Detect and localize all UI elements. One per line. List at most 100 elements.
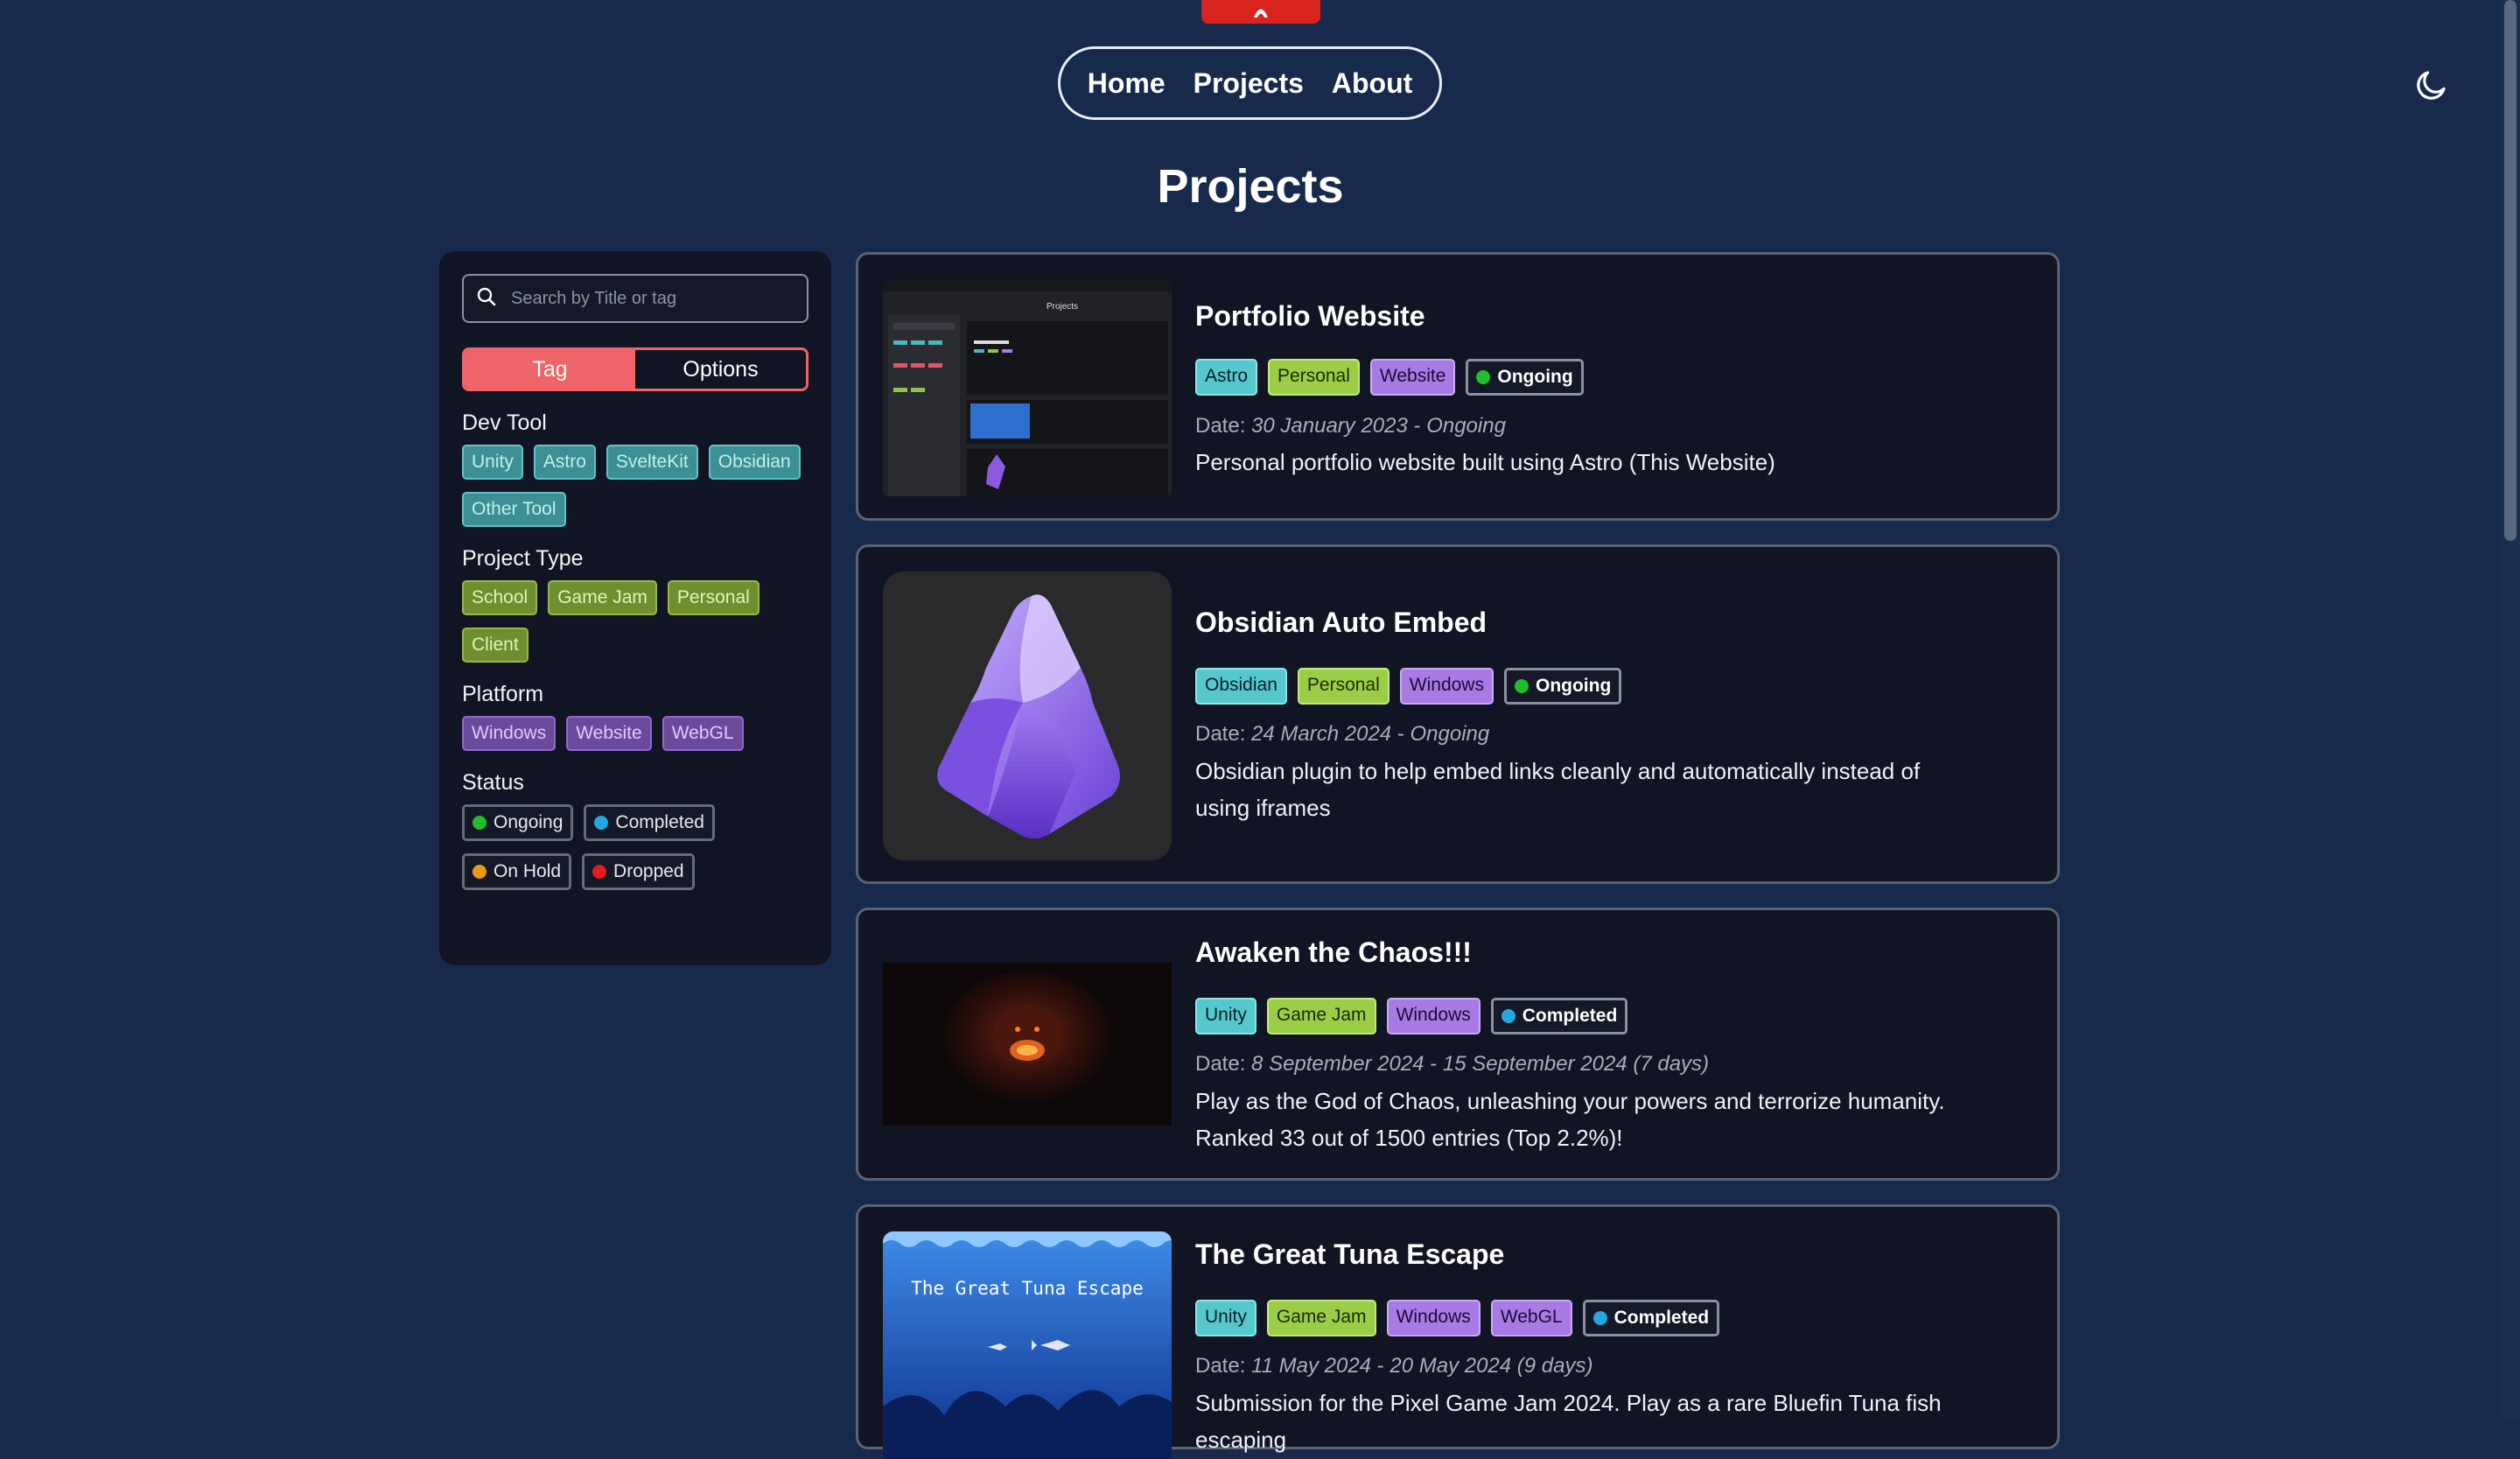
project-tags: Obsidian Personal Windows Ongoing — [1195, 668, 1622, 705]
status-label: Ongoing — [1497, 367, 1573, 387]
project-thumbnail — [883, 963, 1172, 1126]
project-description: Personal portfolio website built using A… — [1195, 449, 1775, 475]
status-dot-icon — [472, 816, 486, 830]
tag-game-jam[interactable]: Game Jam — [1266, 998, 1376, 1035]
status-dot-icon — [1501, 1009, 1516, 1023]
status-label: On Hold — [494, 861, 562, 881]
project-description: Obsidian plugin to help embed links clea… — [1195, 758, 1921, 821]
tag-status-ongoing[interactable]: Ongoing — [1503, 668, 1622, 705]
date-end: 20 May 2024 (9 days) — [1390, 1354, 1593, 1378]
nav-about-link[interactable]: About — [1332, 67, 1412, 100]
status-label: Completed — [1522, 1006, 1618, 1026]
filter-chip-on-hold[interactable]: On Hold — [462, 853, 572, 890]
thumbnail-heading: Projects — [1046, 302, 1078, 312]
main-nav: Home Projects About — [1058, 46, 1442, 120]
project-type-heading: Project Type — [462, 546, 584, 571]
filter-chip-unity[interactable]: Unity — [462, 445, 523, 480]
filter-chip-school[interactable]: School — [462, 580, 538, 615]
project-card[interactable]: Projects Portfolio Website Astro Persona… — [856, 252, 2060, 521]
filter-chip-other-tool[interactable]: Other Tool — [462, 492, 566, 527]
tag-obsidian[interactable]: Obsidian — [1195, 668, 1287, 705]
status-dot-icon — [1514, 679, 1529, 693]
filter-chip-webgl[interactable]: WebGL — [662, 716, 744, 751]
date-end: Ongoing — [1410, 722, 1490, 746]
project-tags: Unity Game Jam Windows WebGL Completed — [1195, 1300, 1720, 1336]
date-end: Ongoing — [1426, 414, 1506, 438]
status-dot-icon — [1592, 1311, 1607, 1325]
project-title[interactable]: Awaken the Chaos!!! — [1195, 936, 1472, 969]
filter-chip-astro[interactable]: Astro — [533, 445, 596, 480]
filter-chip-dropped[interactable]: Dropped — [582, 853, 695, 890]
tag-personal[interactable]: Personal — [1268, 359, 1360, 396]
scrollbar-thumb[interactable] — [2504, 0, 2516, 541]
project-type-filters: School Game Jam Personal Client — [462, 580, 808, 663]
filter-chip-windows[interactable]: Windows — [462, 716, 556, 751]
filter-chip-sveltekit[interactable]: SvelteKit — [606, 445, 698, 480]
project-card[interactable]: Obsidian Auto Embed Obsidian Personal Wi… — [856, 544, 2060, 884]
search-input[interactable] — [509, 287, 807, 310]
tag-status-ongoing[interactable]: Ongoing — [1466, 359, 1584, 396]
filter-chip-game-jam[interactable]: Game Jam — [548, 580, 657, 615]
status-filters: Ongoing Completed On Hold Dropped — [462, 804, 808, 890]
date-start: 30 January 2023 — [1251, 414, 1408, 438]
date-label: Date: — [1195, 414, 1246, 438]
filter-chip-client[interactable]: Client — [462, 628, 528, 663]
tab-tag[interactable]: Tag — [465, 350, 635, 389]
nav-home-link[interactable]: Home — [1088, 67, 1166, 100]
search-icon — [476, 286, 497, 312]
filter-sidebar: Tag Options Dev Tool Unity Astro SvelteK… — [439, 251, 831, 965]
tag-windows[interactable]: Windows — [1399, 668, 1494, 705]
tag-status-completed[interactable]: Completed — [1490, 998, 1628, 1035]
status-heading: Status — [462, 770, 524, 795]
status-label: Ongoing — [494, 812, 564, 832]
platform-filters: Windows Website WebGL — [462, 716, 808, 751]
filter-chip-obsidian[interactable]: Obsidian — [708, 445, 801, 480]
project-date: Date: 24 March 2024 - Ongoing — [1195, 722, 1490, 746]
search-box — [462, 274, 808, 323]
status-dot-icon — [472, 865, 486, 879]
filter-chip-completed[interactable]: Completed — [584, 804, 715, 841]
date-label: Date: — [1195, 722, 1246, 746]
theme-toggle-button[interactable] — [2412, 67, 2452, 107]
status-label: Completed — [1614, 1308, 1710, 1328]
tag-game-jam[interactable]: Game Jam — [1266, 1300, 1376, 1336]
nav-projects-link[interactable]: Projects — [1194, 67, 1304, 100]
platform-heading: Platform — [462, 682, 544, 706]
tag-windows[interactable]: Windows — [1386, 1300, 1480, 1336]
tag-webgl[interactable]: WebGL — [1490, 1300, 1572, 1336]
status-label: Dropped — [613, 861, 684, 881]
tag-astro[interactable]: Astro — [1195, 359, 1258, 396]
date-label: Date: — [1195, 1354, 1246, 1378]
filter-mode-toggle: Tag Options — [462, 347, 808, 391]
tab-options[interactable]: Options — [635, 350, 806, 389]
date-label: Date: — [1195, 1052, 1246, 1076]
project-title[interactable]: The Great Tuna Escape — [1195, 1238, 1504, 1271]
date-end: 15 September 2024 (7 days) — [1442, 1052, 1710, 1076]
tag-personal[interactable]: Personal — [1297, 668, 1390, 705]
tag-status-completed[interactable]: Completed — [1582, 1300, 1720, 1336]
date-start: 8 September 2024 — [1251, 1052, 1424, 1076]
page-scrollbar[interactable] — [2501, 0, 2520, 1418]
game-title-art: The Great Tuna Escape — [911, 1278, 1144, 1299]
dev-tool-heading: Dev Tool — [462, 410, 547, 435]
project-card[interactable]: Awaken the Chaos!!! Unity Game Jam Windo… — [856, 908, 2060, 1181]
tag-unity[interactable]: Unity — [1195, 1300, 1256, 1336]
tag-unity[interactable]: Unity — [1195, 998, 1256, 1035]
status-label: Completed — [615, 812, 704, 832]
filter-chip-website[interactable]: Website — [566, 716, 652, 751]
page-title: Projects — [1157, 160, 1344, 213]
project-title[interactable]: Obsidian Auto Embed — [1195, 607, 1487, 639]
filter-chip-ongoing[interactable]: Ongoing — [462, 804, 574, 841]
tag-website[interactable]: Website — [1369, 359, 1456, 396]
status-label: Ongoing — [1535, 676, 1612, 696]
project-date: Date: 11 May 2024 - 20 May 2024 (9 days) — [1195, 1354, 1593, 1378]
tag-windows[interactable]: Windows — [1386, 998, 1480, 1035]
project-tags: Unity Game Jam Windows Completed — [1195, 998, 1628, 1035]
project-description: Submission for the Pixel Game Jam 2024. … — [1195, 1390, 1942, 1453]
project-title[interactable]: Portfolio Website — [1195, 300, 1425, 333]
home-logo-tab[interactable] — [1201, 0, 1320, 24]
project-card[interactable]: The Great Tuna Escape The Great Tuna Esc… — [856, 1204, 2060, 1459]
project-description: Play as the God of Chaos, unleashing you… — [1195, 1088, 1945, 1151]
status-dot-icon — [1476, 370, 1491, 384]
filter-chip-personal[interactable]: Personal — [667, 580, 760, 615]
